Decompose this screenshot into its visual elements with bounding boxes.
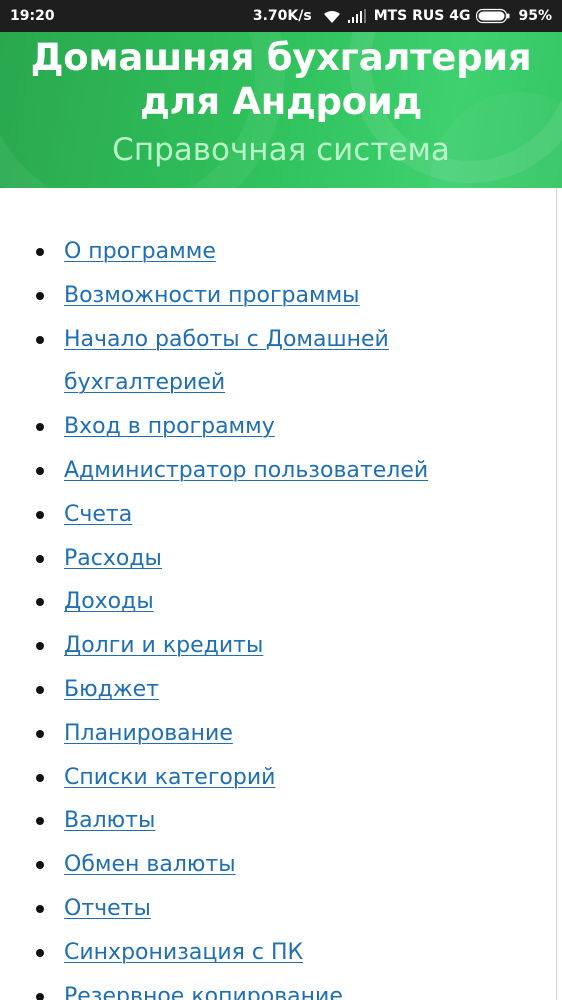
toc-link-reports[interactable]: Отчеты (64, 896, 151, 921)
bullet-icon (36, 773, 44, 782)
bullet-icon (36, 817, 44, 826)
list-item: О программе (0, 230, 540, 274)
bullet-icon (36, 423, 44, 432)
bullet-icon (36, 510, 44, 519)
toc-link-expenses[interactable]: Расходы (64, 546, 162, 571)
toc-link-login[interactable]: Вход в программу (64, 414, 275, 439)
list-item: Планирование (0, 712, 540, 756)
list-item: Резервное копирование (0, 975, 540, 1000)
toc-link-category-lists[interactable]: Списки категорий (64, 765, 275, 790)
toc-link-budget[interactable]: Бюджет (64, 677, 159, 702)
table-of-contents: О программе Возможности программы Начало… (0, 230, 540, 1000)
list-item: Начало работы с Домашней бухгалтерией (0, 318, 540, 406)
list-item: Расходы (0, 537, 540, 581)
bullet-icon (36, 642, 44, 651)
toc-link-planning[interactable]: Планирование (64, 721, 233, 746)
bullet-icon (36, 992, 44, 1000)
toc-link-income[interactable]: Доходы (64, 589, 154, 614)
help-content: О программе Возможности программы Начало… (0, 188, 562, 1000)
toc-link-getting-started[interactable]: Начало работы с Домашней бухгалтерией (64, 327, 389, 396)
network-speed: 3.70K/s (252, 8, 312, 24)
list-item: Синхронизация с ПК (0, 931, 540, 975)
bullet-icon (36, 248, 44, 256)
list-item: Доходы (0, 580, 540, 624)
bullet-icon (36, 466, 44, 475)
bullet-icon (36, 685, 44, 694)
toc-link-accounts[interactable]: Счета (64, 502, 132, 527)
bullet-icon (36, 335, 44, 344)
status-right-group: 3.70K/s MTS RUS 4G 95% (253, 0, 552, 32)
bullet-icon (36, 598, 44, 607)
bullet-icon (36, 729, 44, 738)
status-bar: 19:20 3.70K/s MTS RUS 4G 95% (0, 0, 562, 32)
wifi-icon (322, 8, 342, 24)
signal-icon (347, 9, 366, 23)
bullet-icon (36, 554, 44, 563)
list-item: Обмен валюты (0, 843, 540, 887)
list-item: Списки категорий (0, 756, 540, 800)
list-item: Вход в программу (0, 405, 540, 449)
toc-link-features[interactable]: Возможности программы (64, 283, 360, 308)
bullet-icon (36, 904, 44, 913)
bullet-icon (36, 861, 44, 870)
page-subtitle: Справочная система (112, 132, 450, 168)
page-header: Домашняя бухгалтерия для Андроид Справоч… (0, 32, 562, 188)
status-time: 19:20 (10, 8, 55, 24)
page-title: Домашняя бухгалтерия для Андроид (30, 36, 532, 123)
bullet-icon (36, 948, 44, 957)
battery-icon (476, 8, 510, 24)
carrier-label: MTS RUS 4G (373, 8, 471, 24)
battery-percent: 95% (518, 8, 552, 24)
toc-link-user-admin[interactable]: Администратор пользователей (64, 458, 428, 483)
list-item: Бюджет (0, 668, 540, 712)
toc-link-about[interactable]: О программе (64, 239, 216, 264)
toc-link-debts-loans[interactable]: Долги и кредиты (64, 633, 263, 658)
toc-link-currencies[interactable]: Валюты (64, 808, 155, 833)
toc-link-pc-sync[interactable]: Синхронизация с ПК (64, 940, 303, 965)
list-item: Счета (0, 493, 540, 537)
toc-link-currency-exchange[interactable]: Обмен валюты (64, 852, 236, 877)
list-item: Долги и кредиты (0, 624, 540, 668)
list-item: Валюты (0, 799, 540, 843)
bullet-icon (36, 291, 44, 300)
list-item: Отчеты (0, 887, 540, 931)
toc-link-backup[interactable]: Резервное копирование (64, 984, 343, 1000)
list-item: Возможности программы (0, 274, 540, 318)
list-item: Администратор пользователей (0, 449, 540, 493)
